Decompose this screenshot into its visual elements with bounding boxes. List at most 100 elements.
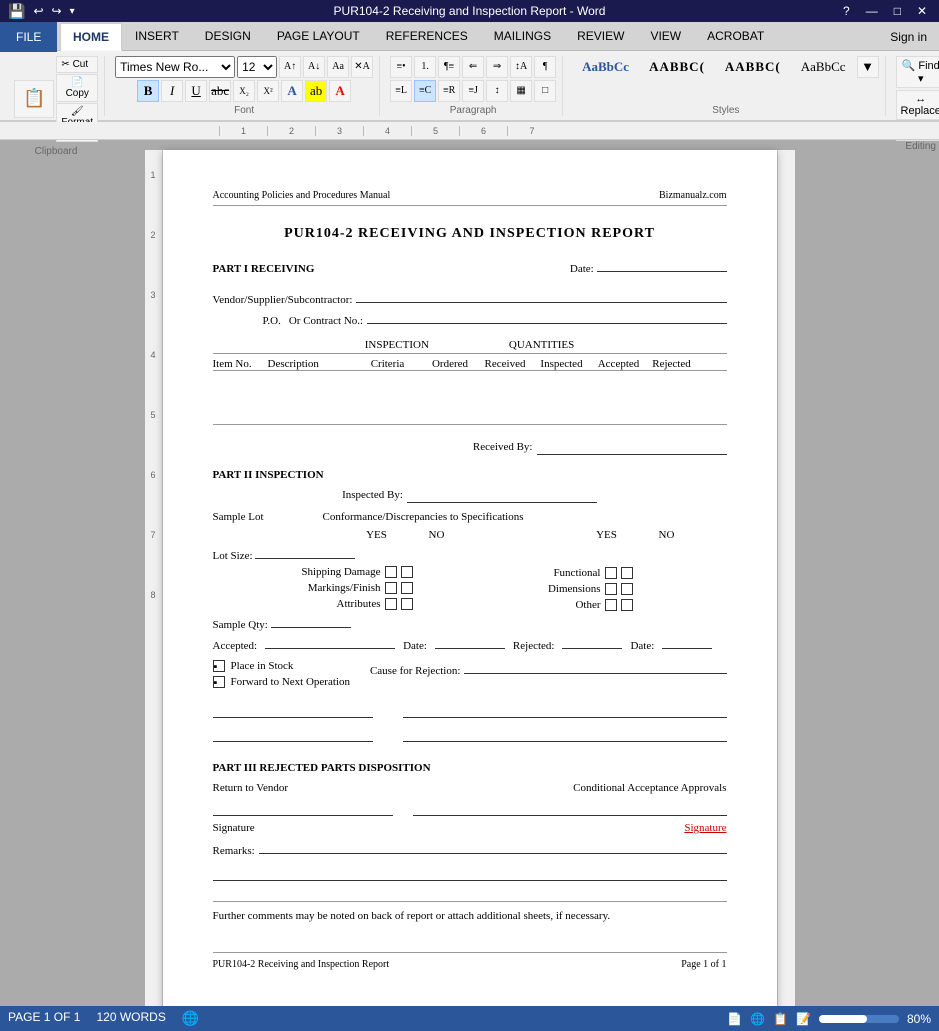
functional-yes-check[interactable] — [605, 567, 617, 579]
tab-page-layout[interactable]: PAGE LAYOUT — [264, 22, 373, 50]
markings-no-check[interactable] — [401, 582, 413, 594]
accepted-date-field[interactable] — [435, 635, 505, 649]
shrink-font-btn[interactable]: A↓ — [303, 56, 325, 78]
shipping-no-check[interactable] — [401, 566, 413, 578]
dimensions-no-check[interactable] — [621, 583, 633, 595]
attributes-yes-check[interactable] — [385, 598, 397, 610]
received-by-field[interactable] — [537, 441, 727, 455]
language-icon[interactable]: 🌐 — [182, 1010, 199, 1027]
copy-btn[interactable]: 📄 Copy — [56, 74, 98, 102]
view-outline-icon[interactable]: 📋 — [773, 1012, 788, 1026]
remarks-line2 — [213, 867, 727, 881]
markings-yes-check[interactable] — [385, 582, 397, 594]
shipping-yes-check[interactable] — [385, 566, 397, 578]
table-body[interactable] — [213, 370, 727, 425]
place-stock-check[interactable]: ▪ — [213, 660, 225, 672]
maximize-btn[interactable]: □ — [890, 4, 905, 18]
view-print-icon[interactable]: 📄 — [727, 1012, 742, 1026]
highlight-btn[interactable]: ab — [305, 80, 327, 102]
subscript-btn[interactable]: X₂ — [233, 80, 255, 102]
bullets-btn[interactable]: ≡• — [390, 56, 412, 78]
superscript-btn[interactable]: X² — [257, 80, 279, 102]
styles-more-btn[interactable]: ▼ — [857, 56, 879, 78]
strikethrough-btn[interactable]: abc — [209, 80, 231, 102]
font-name-select[interactable]: Times New Ro... — [115, 56, 235, 78]
close-btn[interactable]: ✕ — [913, 4, 931, 18]
align-left-btn[interactable]: ≡L — [390, 80, 412, 102]
style-heading3[interactable]: AABBC( — [716, 56, 790, 78]
margin-num-2: 2 — [150, 230, 155, 240]
show-marks-btn[interactable]: ¶ — [534, 56, 556, 78]
inspected-col: Inspected — [533, 358, 591, 370]
decrease-indent-btn[interactable]: ⇐ — [462, 56, 484, 78]
customize-icon[interactable]: ▾ — [70, 6, 75, 17]
undo-icon[interactable]: ↩ — [33, 4, 43, 18]
find-btn[interactable]: 🔍 Find ▾ — [896, 56, 939, 88]
tab-references[interactable]: REFERENCES — [373, 22, 481, 50]
rejected-date-field[interactable] — [662, 635, 712, 649]
font-size-select[interactable]: 12 — [237, 56, 277, 78]
minimize-btn[interactable]: — — [862, 4, 882, 18]
tab-view[interactable]: VIEW — [637, 22, 694, 50]
align-center-btn[interactable]: ≡C — [414, 80, 436, 102]
other-row: Other — [433, 599, 633, 611]
font-color-btn[interactable]: A — [329, 80, 351, 102]
tab-review[interactable]: REVIEW — [564, 22, 637, 50]
multilevel-btn[interactable]: ¶≡ — [438, 56, 460, 78]
inspected-by-field[interactable] — [407, 489, 597, 503]
bold-btn[interactable]: B — [137, 80, 159, 102]
sign-in-link[interactable]: Sign in — [878, 24, 939, 50]
clear-format-btn[interactable]: ✕A — [351, 56, 373, 78]
dimensions-yes-check[interactable] — [605, 583, 617, 595]
sample-qty-field[interactable] — [271, 614, 351, 628]
remarks-field[interactable] — [259, 840, 727, 854]
lot-size-field[interactable] — [255, 545, 355, 559]
document-page[interactable]: Accounting Policies and Procedures Manua… — [163, 150, 777, 1019]
forward-check[interactable]: ▪ — [213, 676, 225, 688]
cut-btn[interactable]: ✂ Cut — [56, 56, 98, 73]
italic-btn[interactable]: I — [161, 80, 183, 102]
change-case-btn[interactable]: Aa — [327, 56, 349, 78]
zoom-slider[interactable] — [819, 1015, 899, 1023]
shading-btn[interactable]: ▦ — [510, 80, 532, 102]
sort-btn[interactable]: ↕A — [510, 56, 532, 78]
tab-mailings[interactable]: MAILINGS — [481, 22, 564, 50]
text-effects-btn[interactable]: A — [281, 80, 303, 102]
quick-save-icon[interactable]: 💾 — [8, 3, 25, 20]
contract-field[interactable] — [367, 310, 726, 324]
other-yes-check[interactable] — [605, 599, 617, 611]
style-heading4[interactable]: AaBbCc — [792, 56, 855, 78]
align-right-btn[interactable]: ≡R — [438, 80, 460, 102]
attributes-no-check[interactable] — [401, 598, 413, 610]
redo-icon[interactable]: ↪ — [52, 4, 62, 18]
replace-btn[interactable]: ↔ Replace — [896, 90, 939, 120]
numbering-btn[interactable]: 1. — [414, 56, 436, 78]
vendor-field[interactable] — [356, 289, 726, 303]
tab-home[interactable]: HOME — [60, 23, 122, 51]
underline-btn[interactable]: U — [185, 80, 207, 102]
cause-row: Cause for Rejection: — [370, 660, 727, 677]
style-heading2[interactable]: AABBC( — [640, 56, 714, 78]
tab-insert[interactable]: INSERT — [122, 22, 192, 50]
view-web-icon[interactable]: 🌐 — [750, 1012, 765, 1026]
functional-no-check[interactable] — [621, 567, 633, 579]
increase-indent-btn[interactable]: ⇒ — [486, 56, 508, 78]
cause-field[interactable] — [464, 660, 726, 674]
tab-design[interactable]: DESIGN — [192, 22, 264, 50]
rejected-field[interactable] — [562, 635, 622, 649]
editing-group: 🔍 Find ▾ ↔ Replace Select ▾ Editing — [890, 56, 939, 116]
accepted-rejected-row: Accepted: Date: Rejected: Date: — [213, 635, 727, 652]
justify-btn[interactable]: ≡J — [462, 80, 484, 102]
line-spacing-btn[interactable]: ↕ — [486, 80, 508, 102]
po-row: P.O. Or Contract No.: — [213, 310, 727, 327]
tab-acrobat[interactable]: ACROBAT — [694, 22, 777, 50]
grow-font-btn[interactable]: A↑ — [279, 56, 301, 78]
file-tab[interactable]: FILE — [0, 22, 57, 52]
view-draft-icon[interactable]: 📝 — [796, 1012, 811, 1026]
other-no-check[interactable] — [621, 599, 633, 611]
accepted-field[interactable] — [265, 635, 395, 649]
border-btn[interactable]: □ — [534, 80, 556, 102]
style-heading1[interactable]: AaBbCc — [573, 56, 638, 78]
paste-btn[interactable]: 📋 — [14, 80, 54, 118]
help-btn[interactable]: ? — [839, 4, 854, 18]
